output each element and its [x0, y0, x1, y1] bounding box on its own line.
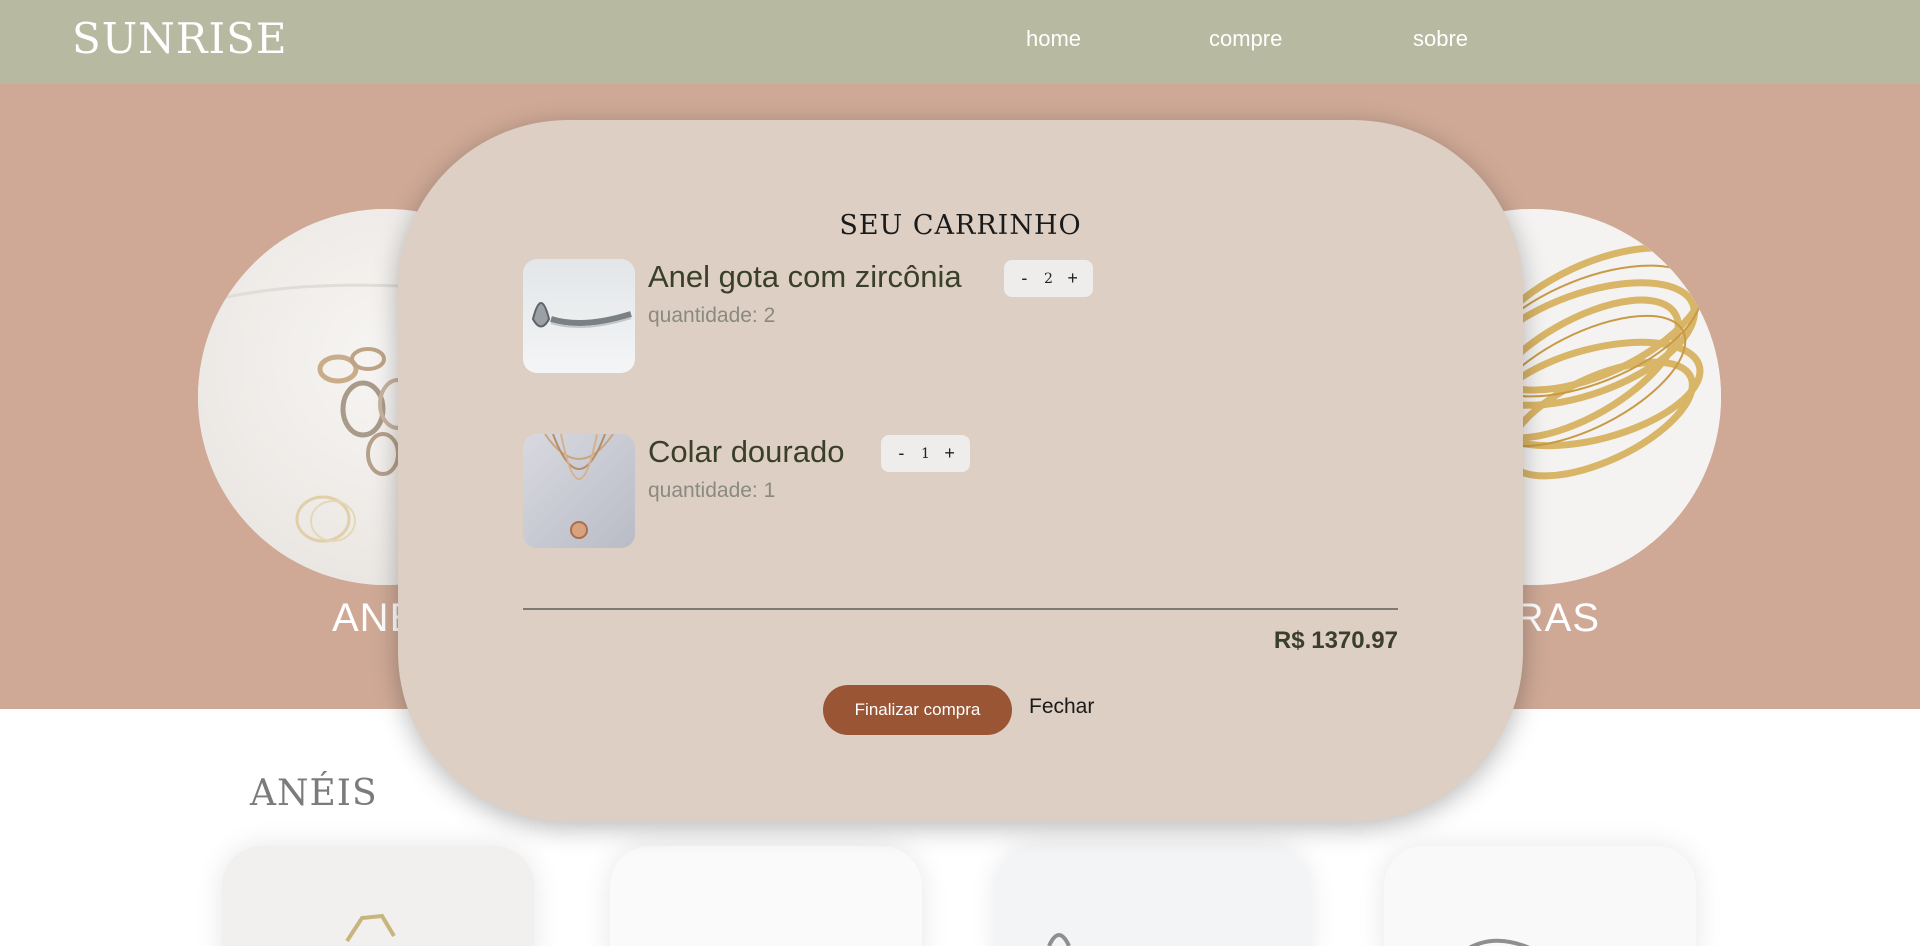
checkout-button[interactable]: Finalizar compra — [823, 685, 1012, 735]
ring-product-thumbnail — [523, 259, 635, 373]
rings-section-title: ANÉIS — [250, 773, 378, 814]
cart-modal: SEU CARRINHO Anel gota com zircônia quan… — [398, 120, 1523, 822]
cart-item-name: Anel gota com zircônia — [648, 259, 962, 294]
product-card[interactable] — [1384, 846, 1696, 946]
increase-quantity-button[interactable]: + — [1064, 268, 1082, 289]
quantity-value: 2 — [1044, 270, 1053, 287]
decrease-quantity-button[interactable]: - — [892, 443, 910, 464]
quantity-value: 1 — [921, 445, 930, 462]
site-header: SUNRISE home compre sobre — [0, 0, 1920, 84]
quantity-stepper: - 1 + — [881, 435, 970, 472]
quantity-stepper: - 2 + — [1004, 260, 1093, 297]
close-cart-button[interactable]: Fechar — [1029, 695, 1094, 719]
nav-home-link[interactable]: home — [1026, 26, 1081, 52]
nav-sobre-link[interactable]: sobre — [1413, 26, 1468, 52]
cart-item-name: Colar dourado — [648, 434, 845, 469]
product-card[interactable] — [222, 846, 534, 946]
cart-divider — [523, 608, 1398, 610]
necklace-product-thumbnail — [523, 434, 635, 548]
cart-item-quantity-text: quantidade: 1 — [648, 479, 776, 502]
product-card[interactable] — [610, 846, 922, 946]
cart-item-quantity-text: quantidade: 2 — [648, 304, 776, 327]
cart-title: SEU CARRINHO — [839, 210, 1082, 241]
cart-total: R$ 1370.97 — [1273, 627, 1398, 654]
increase-quantity-button[interactable]: + — [941, 443, 959, 464]
logo[interactable]: SUNRISE — [72, 14, 288, 63]
decrease-quantity-button[interactable]: - — [1015, 268, 1033, 289]
product-card[interactable] — [997, 846, 1309, 946]
nav-compre-link[interactable]: compre — [1209, 26, 1282, 52]
